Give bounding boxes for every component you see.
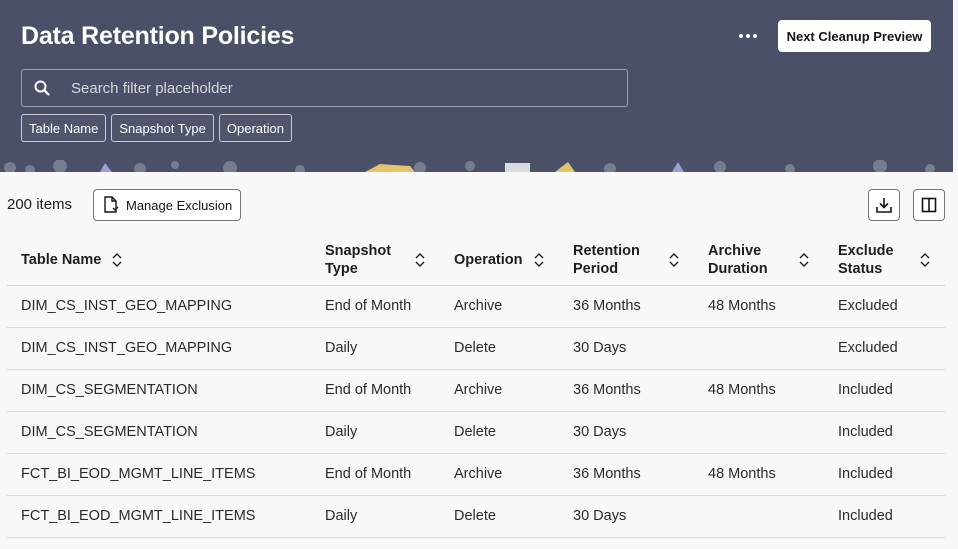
table-row[interactable]: FCT_BI_EOD_MGMT_LINE_ITEMS End of Month … [7, 453, 945, 496]
column-header-operation[interactable]: Operation [440, 235, 559, 286]
cell-operation: Archive [440, 453, 559, 496]
cell-archive-duration [694, 327, 824, 370]
download-icon [876, 198, 892, 213]
cell-operation: Archive [440, 369, 559, 412]
cell-snapshot-type: End of Month [311, 369, 440, 412]
page-title: Data Retention Policies [21, 22, 295, 50]
cell-operation: Archive [440, 285, 559, 328]
download-button[interactable] [868, 189, 900, 221]
cell-exclude-status: Excluded [824, 327, 945, 370]
table-row[interactable]: DIM_CS_INST_GEO_MAPPING End of Month Arc… [7, 285, 945, 328]
search-box[interactable] [21, 69, 628, 107]
sort-icon [415, 252, 425, 267]
cell-retention-period: 36 Months [559, 369, 694, 412]
cell-exclude-status: Included [824, 411, 945, 454]
cell-operation: Delete [440, 411, 559, 454]
cell-table-name: FCT_BI_EOD_MGMT_LINE_ITEMS [7, 453, 311, 496]
cell-table-name: DIM_CS_SEGMENTATION [7, 369, 311, 412]
sort-icon [920, 252, 930, 267]
cell-table-name: DIM_CS_INST_GEO_MAPPING [7, 285, 311, 328]
filter-chips: Table Name Snapshot Type Operation [21, 114, 292, 142]
cell-snapshot-type: Daily [311, 411, 440, 454]
cell-table-name: DIM_CS_SEGMENTATION [7, 411, 311, 454]
search-icon [22, 70, 62, 106]
cell-exclude-status: Included [824, 369, 945, 412]
table-toolbar: 200 items Manage Exclusion [0, 182, 953, 228]
chip-snapshot-type[interactable]: Snapshot Type [111, 114, 214, 142]
cell-operation: Delete [440, 327, 559, 370]
cell-archive-duration: 48 Months [694, 453, 824, 496]
retention-table: Table Name Snapshot Type Operation Reten… [7, 235, 945, 538]
cell-operation: Delete [440, 495, 559, 538]
table-row[interactable]: FCT_BI_EOD_MGMT_LINE_ITEMS Daily Delete … [7, 495, 945, 538]
cell-archive-duration: 48 Months [694, 369, 824, 412]
page-header: Data Retention Policies Next Cleanup Pre… [0, 0, 953, 172]
table-row[interactable]: DIM_CS_INST_GEO_MAPPING Daily Delete 30 … [7, 327, 945, 370]
sort-icon [799, 252, 809, 267]
cell-exclude-status: Included [824, 495, 945, 538]
cell-retention-period: 36 Months [559, 453, 694, 496]
cell-archive-duration [694, 495, 824, 538]
column-header-exclude-status[interactable]: Exclude Status [824, 235, 945, 286]
document-exclude-icon [104, 196, 119, 213]
table-header-row: Table Name Snapshot Type Operation Reten… [7, 235, 945, 286]
cell-exclude-status: Included [824, 453, 945, 496]
sort-icon [669, 252, 679, 267]
column-header-table-name[interactable]: Table Name [7, 235, 311, 286]
cell-retention-period: 30 Days [559, 411, 694, 454]
cell-retention-period: 36 Months [559, 285, 694, 328]
column-header-archive-duration[interactable]: Archive Duration [694, 235, 824, 286]
cell-snapshot-type: End of Month [311, 453, 440, 496]
chip-table-name[interactable]: Table Name [21, 114, 107, 142]
item-count: 200 items [7, 196, 73, 213]
next-cleanup-preview-button[interactable]: Next Cleanup Preview [778, 20, 931, 52]
cell-archive-duration [694, 411, 824, 454]
cell-snapshot-type: Daily [311, 327, 440, 370]
cell-snapshot-type: End of Month [311, 285, 440, 328]
chip-operation[interactable]: Operation [218, 114, 292, 142]
more-horizontal-icon [739, 34, 743, 38]
columns-icon [921, 197, 937, 213]
header-decoration [0, 160, 953, 172]
sort-icon [534, 252, 544, 267]
cell-retention-period: 30 Days [559, 327, 694, 370]
cell-snapshot-type: Daily [311, 495, 440, 538]
table-row[interactable]: DIM_CS_SEGMENTATION Daily Delete 30 Days… [7, 411, 945, 454]
columns-button[interactable] [913, 189, 945, 221]
cell-archive-duration: 48 Months [694, 285, 824, 328]
more-options-button[interactable] [733, 24, 763, 48]
cell-table-name: DIM_CS_INST_GEO_MAPPING [7, 327, 311, 370]
column-header-snapshot-type[interactable]: Snapshot Type [311, 235, 440, 286]
manage-exclusion-label: Manage Exclusion [126, 197, 233, 213]
search-input[interactable] [62, 79, 627, 97]
cell-retention-period: 30 Days [559, 495, 694, 538]
cell-exclude-status: Excluded [824, 285, 945, 328]
column-header-retention-period[interactable]: Retention Period [559, 235, 694, 286]
manage-exclusion-button[interactable]: Manage Exclusion [93, 189, 241, 221]
table-row[interactable]: DIM_CS_SEGMENTATION End of Month Archive… [7, 369, 945, 412]
sort-icon [112, 252, 122, 267]
cell-table-name: FCT_BI_EOD_MGMT_LINE_ITEMS [7, 495, 311, 538]
